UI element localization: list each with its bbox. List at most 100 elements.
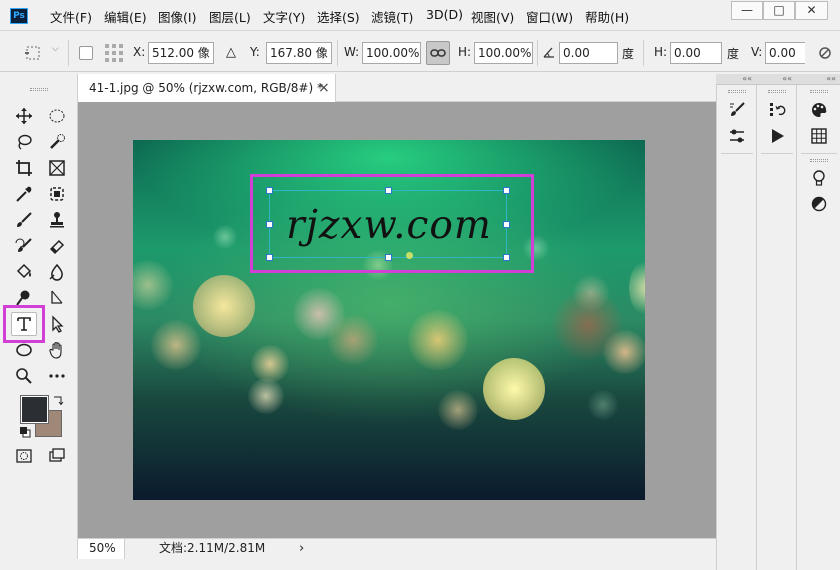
menu-type[interactable]: 文字(Y) bbox=[263, 7, 305, 26]
status-menu-arrow[interactable]: › bbox=[299, 539, 304, 558]
pen-icon[interactable] bbox=[44, 286, 70, 310]
menu-file[interactable]: 文件(F) bbox=[50, 7, 92, 26]
panel-collapse-strip[interactable]: «« bbox=[716, 74, 756, 85]
history-icon[interactable] bbox=[765, 99, 789, 121]
bokeh-light bbox=[251, 345, 289, 383]
bokeh-light bbox=[588, 390, 618, 420]
grip-handle[interactable] bbox=[728, 90, 746, 93]
x-position-field[interactable]: 512.00 像 bbox=[148, 42, 214, 64]
clone-stamp-icon[interactable] bbox=[44, 208, 70, 232]
bokeh-light bbox=[151, 320, 201, 370]
grip-handle[interactable] bbox=[810, 90, 828, 93]
path-selection-icon[interactable] bbox=[44, 312, 70, 336]
y-position-field[interactable]: 167.80 像 bbox=[266, 42, 332, 64]
height-field[interactable]: 100.00% bbox=[474, 42, 533, 64]
menu-view[interactable]: 视图(V) bbox=[471, 7, 514, 26]
bokeh-light bbox=[438, 390, 478, 430]
elliptical-marquee-icon[interactable] bbox=[44, 104, 70, 128]
lasso-icon[interactable] bbox=[11, 130, 37, 154]
document-tab-title: 41-1.jpg @ 50% (rjzxw.com, RGB/8#) * bbox=[89, 81, 323, 95]
grip-handle[interactable] bbox=[810, 159, 828, 162]
menu-image[interactable]: 图像(I) bbox=[158, 7, 196, 26]
width-field[interactable]: 100.00% bbox=[362, 42, 421, 64]
menu-help[interactable]: 帮助(H) bbox=[585, 7, 629, 26]
spot-healing-icon[interactable] bbox=[44, 182, 70, 206]
more-tools-icon[interactable] bbox=[44, 364, 70, 388]
eraser-icon[interactable] bbox=[44, 234, 70, 258]
brush-icon[interactable] bbox=[11, 208, 37, 232]
divider bbox=[337, 40, 338, 66]
brush-settings-icon[interactable] bbox=[725, 99, 749, 121]
bokeh-light bbox=[193, 275, 255, 337]
transform-tool-icon[interactable] bbox=[24, 44, 42, 62]
paint-bucket-icon[interactable] bbox=[11, 260, 37, 284]
frame-icon[interactable] bbox=[44, 156, 70, 180]
bokeh-light bbox=[408, 310, 468, 370]
rotation-field[interactable]: 0.00 bbox=[559, 42, 618, 64]
menu-filter[interactable]: 滤镜(T) bbox=[371, 7, 413, 26]
zoom-level[interactable]: 50% bbox=[78, 539, 125, 559]
screen-mode-icon[interactable] bbox=[44, 444, 70, 468]
h-skew-label: H: bbox=[654, 45, 668, 59]
actions-play-icon[interactable] bbox=[765, 125, 789, 147]
panel-collapse-strip[interactable]: «« bbox=[756, 74, 796, 85]
menu-bar: Ps 文件(F) 编辑(E) 图像(I) 图层(L) 文字(Y) 选择(S) 滤… bbox=[0, 0, 840, 31]
v-skew-field[interactable]: 0.00 bbox=[765, 42, 805, 64]
grip-handle[interactable] bbox=[30, 88, 48, 91]
menu-select[interactable]: 选择(S) bbox=[317, 7, 360, 26]
divider bbox=[68, 40, 69, 66]
minimize-button[interactable]: — bbox=[731, 1, 763, 20]
swap-colors-icon[interactable] bbox=[52, 394, 64, 406]
canvas-area[interactable]: rjzxw.com bbox=[78, 102, 716, 538]
swatches-grid-icon[interactable] bbox=[807, 125, 831, 147]
default-colors-icon[interactable] bbox=[19, 426, 31, 438]
color-palette-icon[interactable] bbox=[807, 99, 831, 121]
quick-mask-icon[interactable] bbox=[11, 444, 37, 468]
quick-selection-icon[interactable] bbox=[44, 130, 70, 154]
h-skew-unit: 度 bbox=[727, 47, 740, 61]
bokeh-light bbox=[133, 260, 173, 310]
move-icon[interactable] bbox=[11, 104, 37, 128]
bokeh-light bbox=[629, 258, 645, 318]
delta-icon[interactable]: △ bbox=[226, 45, 236, 60]
hand-icon[interactable] bbox=[44, 338, 70, 362]
panel-collapse-strip[interactable]: «« bbox=[796, 74, 840, 85]
y-label: Y: bbox=[250, 45, 260, 59]
h-skew-field[interactable]: 0.00 bbox=[670, 42, 722, 64]
close-window-button[interactable]: ✕ bbox=[795, 1, 828, 20]
menu-window[interactable]: 窗口(W) bbox=[526, 7, 573, 26]
ellipse-icon[interactable] bbox=[11, 338, 37, 362]
adjustments-icon[interactable] bbox=[807, 193, 831, 215]
zoom-icon[interactable] bbox=[11, 364, 37, 388]
document-tab-bar: 41-1.jpg @ 50% (rjzxw.com, RGB/8#) * × bbox=[78, 74, 716, 102]
link-icon[interactable] bbox=[426, 41, 450, 65]
menu-layer[interactable]: 图层(L) bbox=[209, 7, 251, 26]
chevron-down-icon[interactable]: ⌵ bbox=[52, 44, 59, 54]
document-tab[interactable]: 41-1.jpg @ 50% (rjzxw.com, RGB/8#) * × bbox=[78, 74, 336, 102]
close-tab-icon[interactable]: × bbox=[318, 74, 330, 102]
grip-handle[interactable] bbox=[768, 90, 786, 93]
lightbulb-icon[interactable] bbox=[807, 167, 831, 189]
divider bbox=[537, 40, 538, 66]
cancel-transform-icon[interactable] bbox=[818, 44, 832, 62]
blur-icon[interactable] bbox=[44, 260, 70, 284]
color-panels-dock bbox=[796, 85, 840, 570]
bokeh-light bbox=[483, 358, 545, 420]
restore-button[interactable]: □ bbox=[763, 1, 795, 20]
divider bbox=[721, 153, 753, 154]
document-image[interactable]: rjzxw.com bbox=[133, 140, 645, 500]
reference-point-checkbox[interactable] bbox=[79, 46, 93, 60]
bokeh-light bbox=[248, 378, 284, 414]
menu-3d[interactable]: 3D(D) bbox=[426, 7, 463, 22]
bokeh-light bbox=[328, 315, 378, 365]
foreground-color-swatch[interactable] bbox=[20, 395, 49, 424]
history-brush-icon[interactable] bbox=[11, 234, 37, 258]
bokeh-light bbox=[213, 225, 237, 249]
menu-edit[interactable]: 编辑(E) bbox=[104, 7, 147, 26]
h-label: H: bbox=[458, 45, 472, 59]
crop-icon[interactable] bbox=[11, 156, 37, 180]
eyedropper-icon[interactable] bbox=[11, 182, 37, 206]
brushes-icon[interactable] bbox=[725, 125, 749, 147]
reference-point-icon[interactable] bbox=[104, 43, 124, 63]
angle-unit: 度 bbox=[622, 47, 635, 61]
